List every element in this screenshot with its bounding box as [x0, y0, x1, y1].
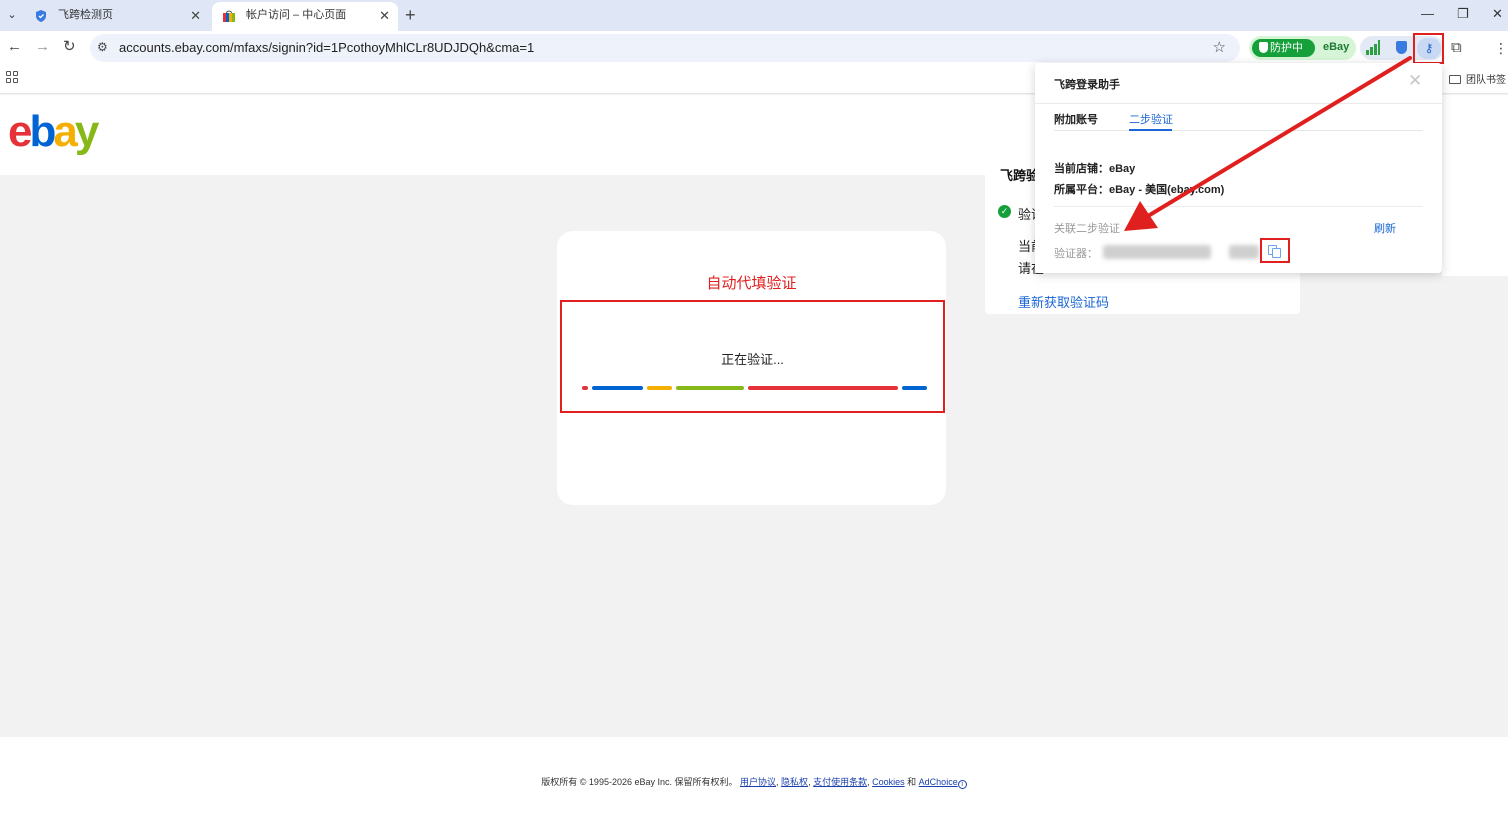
feikua-login-helper-popup: 飞跨登录助手 ✕ 附加账号 二步验证 当前店铺：eBay 所属平台：eBay -…: [1035, 63, 1442, 273]
divider: [1054, 206, 1423, 207]
refresh-link[interactable]: 刷新: [1374, 220, 1396, 236]
popup-close-icon[interactable]: ✕: [1408, 72, 1422, 90]
tab-extra-account[interactable]: 附加账号: [1054, 111, 1098, 127]
logo-letter: b: [29, 107, 56, 156]
verifying-box: 正在验证...: [560, 300, 945, 413]
bookmark-folder-label: 团队书签: [1466, 75, 1506, 86]
signal-bars-icon[interactable]: [1366, 40, 1380, 55]
minimize-button[interactable]: —: [1421, 4, 1434, 24]
address-bar[interactable]: ⚙ accounts.ebay.com/mfaxs/signin?id=1Pco…: [90, 34, 1240, 62]
guard-status-badge[interactable]: 防护中: [1252, 39, 1315, 57]
progress-segment: [582, 386, 588, 390]
tab-ebay-account[interactable]: 帐户访问 – 中心页面 ✕: [212, 2, 398, 31]
authenticator-code-blurred: [1229, 245, 1259, 259]
progress-segment: [592, 386, 643, 390]
tab-title: 飞跨检测页: [58, 9, 113, 21]
authenticator-secret-blurred: [1103, 245, 1211, 259]
tab-title: 帐户访问 – 中心页面: [246, 9, 347, 21]
footer-link-privacy[interactable]: 隐私权: [781, 777, 808, 787]
bookmark-folder-team[interactable]: 团队书签: [1449, 71, 1506, 86]
forward-arrow-icon[interactable]: →: [35, 38, 50, 56]
folder-icon: [1449, 75, 1461, 84]
platform: 所属平台：eBay - 美国(ebay.com): [1054, 184, 1225, 196]
resend-code-link[interactable]: 重新获取验证码: [1018, 292, 1109, 311]
progress-bar: [582, 386, 927, 390]
tab-strip: ⌄ 飞跨检测页 ✕ 帐户访问 – 中心页面 ✕ + — ❐ ✕: [0, 0, 1508, 31]
current-store: 当前店铺：eBay: [1054, 163, 1136, 175]
guard-label: 防护中: [1270, 42, 1303, 54]
progress-segment: [748, 386, 898, 390]
footer-link-payment-terms[interactable]: 支付使用条款: [813, 777, 867, 787]
tab-active-indicator: [1129, 129, 1172, 131]
close-window-button[interactable]: ✕: [1492, 4, 1503, 24]
footer-link-adchoice[interactable]: AdChoice: [919, 777, 958, 787]
back-arrow-icon[interactable]: ←: [7, 38, 22, 56]
verifying-status: 正在验证...: [721, 352, 784, 367]
info-icon[interactable]: i: [957, 780, 967, 789]
reload-icon[interactable]: ↻: [63, 38, 76, 56]
progress-segment: [647, 386, 672, 390]
tab-underline-track: [1054, 130, 1423, 131]
panel-title: 飞跨验: [1000, 168, 1040, 183]
restore-button[interactable]: ❐: [1457, 4, 1469, 24]
and-text: 和: [907, 777, 917, 787]
footer-copyright: 版权所有 © 1995-2026 eBay Inc. 保留所有权利。 用户协议,…: [0, 775, 1508, 789]
tab-two-step[interactable]: 二步验证: [1129, 111, 1173, 127]
shield-icon: [1259, 42, 1268, 53]
extensions-puzzle-icon[interactable]: ⧉: [1451, 39, 1462, 56]
divider: [1035, 103, 1442, 104]
logo-letter: y: [74, 107, 100, 156]
popup-title: 飞跨登录助手: [1054, 79, 1120, 91]
copy-icon[interactable]: [1272, 248, 1281, 258]
authenticator-label: 验证器：: [1054, 248, 1098, 260]
url-text[interactable]: accounts.ebay.com/mfaxs/signin?id=1Pcoth…: [119, 40, 534, 55]
logo-letter: a: [53, 107, 78, 156]
browser-menu-icon[interactable]: ⋮: [1494, 40, 1508, 57]
auto-fill-label: 自动代填验证: [706, 275, 797, 292]
page-footer: 版权所有 © 1995-2026 eBay Inc. 保留所有权利。 用户协议,…: [0, 737, 1508, 816]
tab-search-chevron-icon[interactable]: ⌄: [4, 6, 20, 24]
page-right-strip: [1442, 118, 1508, 276]
bookmark-star-icon[interactable]: ☆: [1213, 38, 1226, 56]
ebay-logo[interactable]: ebay: [8, 107, 100, 157]
progress-segment: [902, 386, 927, 390]
apps-grid-icon[interactable]: [6, 71, 18, 83]
check-circle-icon: ✓: [998, 205, 1011, 218]
guard-site-label: eBay: [1323, 41, 1350, 53]
footer-link-user-agreement[interactable]: 用户协议: [740, 777, 776, 787]
ebay-bag-favicon-icon: [223, 10, 235, 22]
copyright-text: 版权所有 © 1995-2026 eBay Inc. 保留所有权利。: [541, 777, 738, 787]
guard-extension-group[interactable]: 防护中 eBay: [1249, 36, 1356, 60]
tab-close-icon[interactable]: ✕: [190, 2, 201, 29]
new-tab-button[interactable]: +: [405, 4, 416, 26]
tab-feikua-check[interactable]: 飞跨检测页 ✕: [24, 2, 209, 31]
key-icon-highlight: [1413, 33, 1444, 64]
footer-link-cookies[interactable]: Cookies: [872, 777, 905, 787]
shield-favicon-icon: [36, 10, 46, 22]
linked-2fa-label: 关联二步验证: [1054, 223, 1120, 235]
logo-letter: e: [8, 107, 33, 156]
feikua-shield-icon[interactable]: [1396, 41, 1407, 54]
progress-segment: [676, 386, 744, 390]
tab-close-icon[interactable]: ✕: [379, 2, 390, 29]
site-settings-icon[interactable]: ⚙: [97, 40, 108, 54]
